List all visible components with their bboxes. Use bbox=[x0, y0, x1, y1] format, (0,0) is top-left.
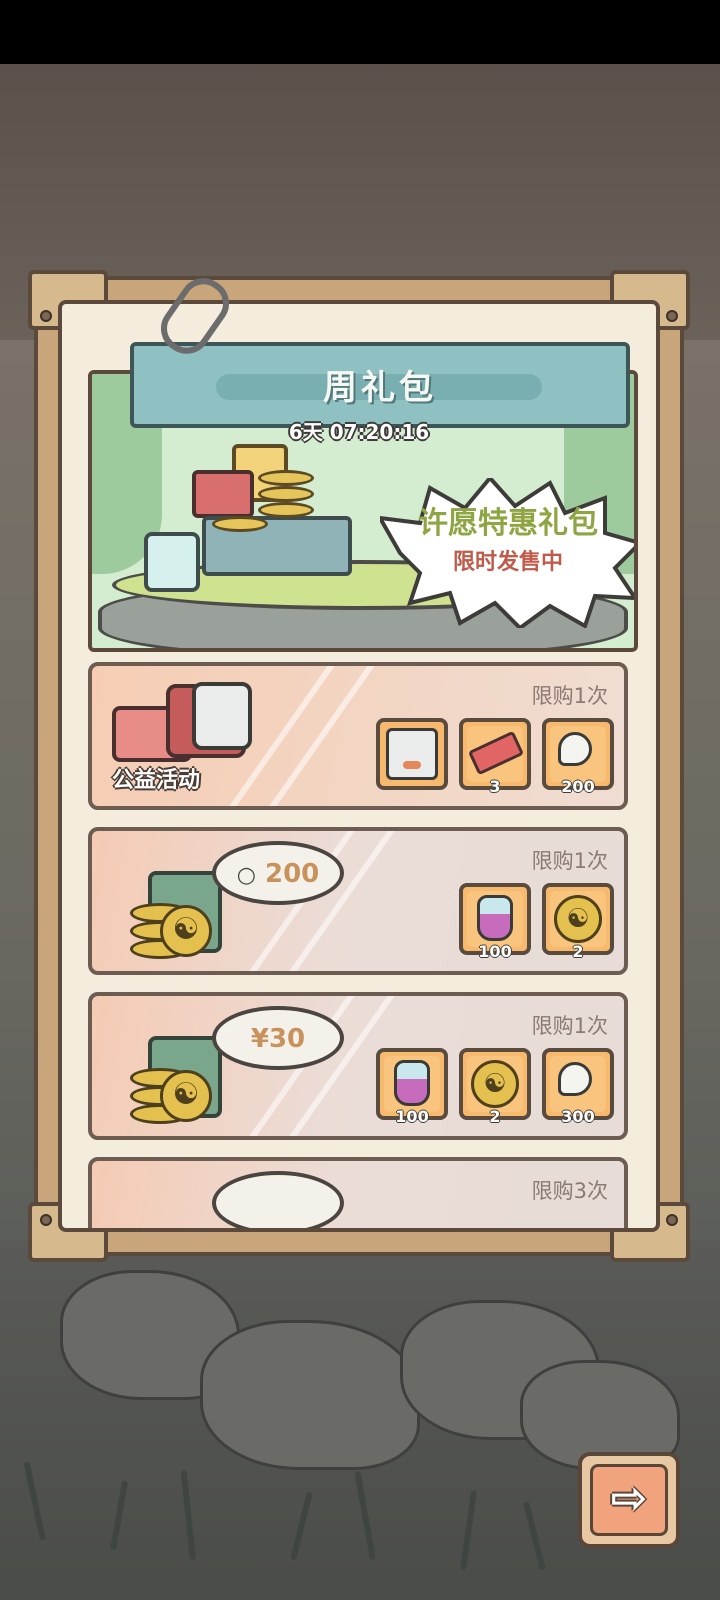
weekly-pack-panel: 许愿特惠礼包 限时发售中 周礼包 6天 07:20:16 公益活动 限购1次 3 bbox=[28, 270, 690, 1262]
reward-item[interactable]: 2 bbox=[459, 1048, 531, 1126]
background-rock bbox=[200, 1320, 420, 1470]
offer-card-charity[interactable]: 公益活动 限购1次 3 200 bbox=[88, 662, 628, 810]
reward-item[interactable]: 300 bbox=[542, 1048, 614, 1126]
offer-card[interactable]: 限购3次 bbox=[88, 1157, 628, 1228]
ghost-jar-icon bbox=[144, 532, 200, 592]
price-bubble[interactable]: ¥30 bbox=[212, 1006, 344, 1070]
next-button[interactable]: ⇨ bbox=[578, 1452, 680, 1548]
bolt-icon bbox=[40, 310, 52, 322]
price-bubble[interactable] bbox=[212, 1171, 344, 1228]
price-label: ○ 200 bbox=[216, 859, 340, 889]
purchase-limit: 限购1次 bbox=[531, 1014, 608, 1038]
status-bar bbox=[0, 0, 720, 64]
purchase-limit: 限购1次 bbox=[531, 684, 608, 708]
item-quantity: 2 bbox=[489, 1107, 501, 1126]
bolt-icon bbox=[666, 1214, 678, 1226]
gift-box-icon bbox=[192, 470, 254, 518]
item-quantity: 100 bbox=[478, 942, 512, 961]
yin-yang-coin-icon bbox=[160, 905, 212, 957]
bolt-icon bbox=[40, 1214, 52, 1226]
countdown-timer: 6天 07:20:16 bbox=[288, 420, 430, 444]
item-quantity: 2 bbox=[572, 942, 584, 961]
purchase-limit: 限购1次 bbox=[531, 849, 608, 873]
ghost-currency-icon: ○ bbox=[236, 863, 256, 888]
arrow-right-icon: ⇨ bbox=[610, 1473, 648, 1524]
item-quantity: 200 bbox=[561, 777, 595, 796]
reward-item[interactable]: 100 bbox=[459, 883, 531, 961]
coin-stack-icon bbox=[258, 470, 314, 486]
banner-subtitle: 限时发售中 bbox=[452, 550, 563, 575]
offer-card[interactable]: ¥30 限购1次 100 2 300 bbox=[88, 992, 628, 1140]
next-button-face: ⇨ bbox=[590, 1464, 668, 1536]
reward-item[interactable]: 100 bbox=[376, 1048, 448, 1126]
potion-icon bbox=[477, 895, 513, 941]
price-value: 200 bbox=[264, 859, 320, 889]
reward-item[interactable]: 3 bbox=[459, 718, 531, 796]
reward-item[interactable]: 200 bbox=[542, 718, 614, 796]
item-quantity: 300 bbox=[561, 1107, 595, 1126]
coin-stack-icon bbox=[258, 502, 314, 518]
charity-label: 公益活动 bbox=[112, 768, 201, 793]
coin-stack-icon bbox=[258, 486, 314, 502]
yin-yang-coin-icon bbox=[160, 1070, 212, 1122]
seal-icon bbox=[192, 682, 252, 750]
yin-yang-coin-icon bbox=[554, 895, 602, 943]
price-value: ¥30 bbox=[250, 1024, 306, 1054]
purchase-limit: 限购3次 bbox=[531, 1179, 608, 1203]
reward-item[interactable]: 2 bbox=[542, 883, 614, 961]
potion-icon bbox=[394, 1060, 430, 1106]
item-quantity: 100 bbox=[395, 1107, 429, 1126]
seal-item-icon bbox=[386, 728, 438, 780]
yin-yang-coin-icon bbox=[471, 1060, 519, 1108]
bolt-icon bbox=[666, 310, 678, 322]
price-bubble[interactable]: ○ 200 bbox=[212, 841, 344, 905]
reward-item[interactable] bbox=[376, 718, 448, 790]
offer-card[interactable]: ○ 200 限购1次 100 2 bbox=[88, 827, 628, 975]
banner-title: 许愿特惠礼包 bbox=[418, 506, 598, 541]
ghost-icon bbox=[558, 732, 592, 766]
coin-stack-icon bbox=[212, 516, 268, 532]
item-quantity: 3 bbox=[489, 777, 501, 796]
board-inner: 许愿特惠礼包 限时发售中 周礼包 6天 07:20:16 公益活动 限购1次 3 bbox=[58, 300, 660, 1232]
page-title: 周礼包 bbox=[323, 368, 437, 408]
ghost-icon bbox=[558, 1062, 592, 1096]
